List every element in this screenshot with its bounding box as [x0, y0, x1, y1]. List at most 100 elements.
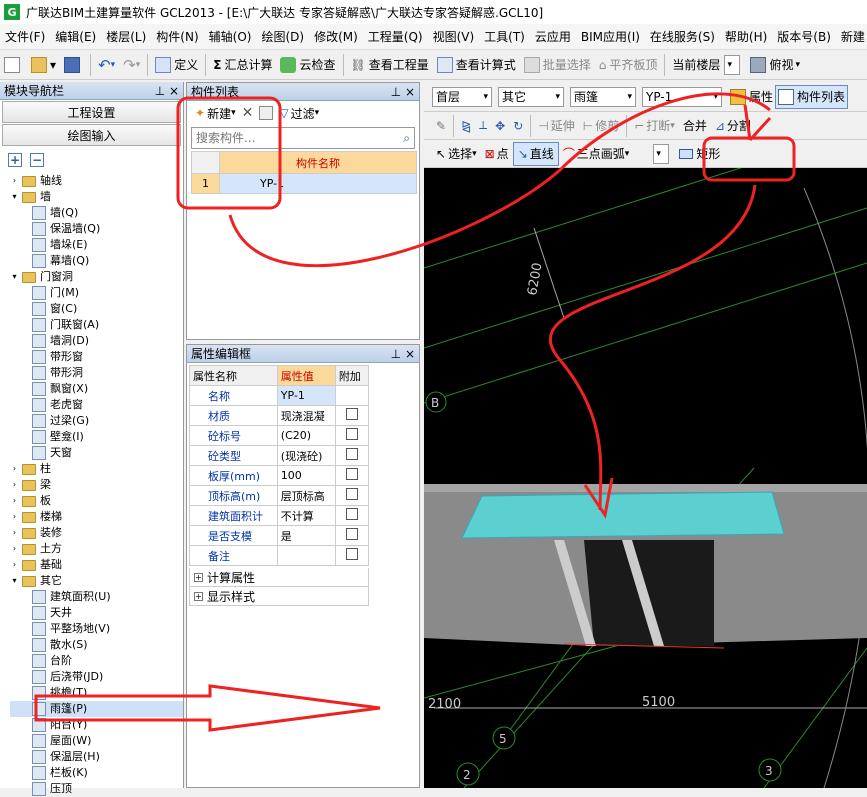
prop-value[interactable]: YP-1	[276, 385, 336, 406]
expand-icon[interactable]: ›	[10, 512, 19, 522]
prop-value[interactable]: 现浇混凝	[276, 405, 336, 426]
search-input[interactable]	[196, 131, 376, 145]
menu-item[interactable]: 辅轴(O)	[204, 28, 257, 45]
tree-item[interactable]: 台阶	[10, 653, 183, 669]
prop-row[interactable]: 顶标高(m) 层顶标高	[189, 485, 370, 506]
menu-item[interactable]: 工程量(Q)	[363, 28, 428, 45]
split-button[interactable]: ⊿ 分割	[711, 114, 755, 138]
tree-folder[interactable]: › 柱	[10, 461, 183, 477]
merge-button[interactable]: 合并	[679, 114, 711, 138]
menu-item[interactable]: 文件(F)	[0, 28, 50, 45]
prop-value[interactable]: 是	[276, 525, 336, 546]
menu-item[interactable]: 构件(N)	[151, 28, 203, 45]
checkbox[interactable]	[345, 528, 358, 540]
tree-folder[interactable]: › 基础	[10, 557, 183, 573]
tree-item[interactable]: 栏板(K)	[10, 765, 183, 781]
prop-row[interactable]: 砼标号 (C20)	[189, 425, 370, 446]
tree-folder[interactable]: › 轴线	[10, 173, 183, 189]
expand-icon[interactable]: ›	[10, 496, 19, 506]
new-component-button[interactable]: ✦ 新建 ▾	[195, 105, 236, 122]
view-formula-button[interactable]: 查看计算式	[433, 53, 520, 77]
prop-row[interactable]: 板厚(mm) 100	[189, 465, 370, 486]
checkbox[interactable]	[345, 488, 358, 500]
search-icon[interactable]: ⌕	[403, 131, 410, 146]
tree-folder[interactable]: › 装修	[10, 525, 183, 541]
tree-folder[interactable]: ▾ 墙	[10, 189, 183, 205]
view-quantity-button[interactable]: ⛓ 查看工程量	[347, 53, 433, 77]
menu-item[interactable]: 工具(T)	[479, 28, 530, 45]
expand-icon[interactable]: ›	[10, 464, 19, 474]
move-icon[interactable]: ✥	[491, 114, 509, 138]
point-button[interactable]: ⊠ 点	[481, 142, 513, 166]
prop-value[interactable]: 层顶标高	[276, 485, 336, 506]
menu-item[interactable]: 新建	[836, 28, 867, 45]
prop-value[interactable]: 100	[276, 465, 336, 486]
prop-row[interactable]: 建筑面积计 不计算	[189, 505, 370, 526]
expand-icon[interactable]: ›	[10, 544, 19, 554]
prop-value[interactable]: (现浇砼)	[276, 445, 336, 466]
tree-item[interactable]: 墙洞(D)	[10, 333, 183, 349]
open-button[interactable]: ▾	[27, 53, 60, 77]
pin-close-icons[interactable]: ⊥ ×	[391, 347, 415, 361]
expand-icon[interactable]: ›	[10, 560, 19, 570]
collapse-icon[interactable]: ▾	[10, 576, 19, 586]
prop-row[interactable]: 砼类型 (现浇砼)	[189, 445, 370, 466]
menu-item[interactable]: BIM应用(I)	[576, 28, 645, 45]
prop-row[interactable]: 是否支模是	[189, 525, 370, 546]
type-select[interactable]: 其它 ▾	[498, 86, 564, 107]
trim-button[interactable]: ⊢ 修剪	[579, 114, 623, 138]
tree-item[interactable]: 挑檐(T)	[10, 685, 183, 701]
comp-type-select[interactable]: 雨篷 ▾	[570, 86, 636, 107]
tree-folder[interactable]: › 楼梯	[10, 509, 183, 525]
prop-value[interactable]: 不计算	[276, 505, 336, 526]
line-button[interactable]: ↘ 直线	[512, 141, 559, 166]
expand-icon[interactable]: ›	[10, 528, 19, 538]
tree-item[interactable]: 老虎窗	[10, 397, 183, 413]
undo-button[interactable]: ↶ ▾	[94, 53, 119, 77]
new-file-button[interactable]	[0, 53, 27, 77]
menu-item[interactable]: 楼层(L)	[101, 28, 151, 45]
tree-item[interactable]: 后浇带(JD)	[10, 669, 183, 685]
tree-item[interactable]: 过梁(G)	[10, 413, 183, 429]
tree-item[interactable]: 墙(Q)	[10, 205, 183, 221]
comp-name-select[interactable]: YP-1 ▾	[642, 86, 722, 107]
tree-item[interactable]: 幕墙(Q)	[10, 253, 183, 269]
prop-row[interactable]: 备注	[189, 545, 370, 566]
tree-item[interactable]: 门联窗(A)	[10, 317, 183, 333]
tree-folder[interactable]: › 板	[10, 493, 183, 509]
tree-folder[interactable]: › 土方	[10, 541, 183, 557]
collapse-all-icon[interactable]: −	[30, 153, 44, 167]
menu-item[interactable]: 编辑(E)	[50, 28, 101, 45]
floor-dropdown[interactable]: ▾	[724, 54, 741, 75]
tree-item[interactable]: 天窗	[10, 445, 183, 461]
define-button[interactable]: 定义	[151, 53, 202, 77]
tree-item[interactable]: 窗(C)	[10, 301, 183, 317]
draw-mode-dropdown[interactable]: ▾	[653, 143, 670, 164]
menu-item[interactable]: 云应用	[530, 28, 576, 45]
drawing-viewport[interactable]: 6200 2100 5100 B 5 2 3	[424, 168, 867, 788]
checkbox[interactable]	[345, 428, 358, 440]
tree-item[interactable]: 门(M)	[10, 285, 183, 301]
prop-value[interactable]: (C20)	[276, 425, 336, 446]
attr-button[interactable]: 属性	[728, 85, 775, 109]
save-button[interactable]	[60, 53, 87, 77]
floor-select[interactable]: 首层 ▾	[432, 86, 492, 107]
tree-item[interactable]: 墙垛(E)	[10, 237, 183, 253]
tree-item[interactable]: 天井	[10, 605, 183, 621]
brush-icon[interactable]: ✎	[432, 114, 450, 138]
sum-calc-button[interactable]: Σ 汇总计算	[209, 53, 276, 77]
delete-icon[interactable]: ✕	[242, 105, 254, 121]
tree-item[interactable]: 建筑面积(U)	[10, 589, 183, 605]
drawing-input-button[interactable]: 绘图输入	[2, 124, 181, 146]
expand-icon[interactable]: ›	[10, 176, 19, 186]
calc-attr-group[interactable]: + 计算属性	[189, 568, 369, 587]
cloud-check-button[interactable]: 云检查	[276, 53, 339, 77]
current-floor-button[interactable]: 当前楼层	[668, 53, 724, 77]
checkbox[interactable]	[345, 468, 358, 480]
tree-item[interactable]: 阳台(Y)	[10, 717, 183, 733]
filter-button[interactable]: ▽ 过滤 ▾	[279, 105, 319, 122]
comp-list-button[interactable]: 构件列表	[775, 84, 849, 109]
tree-item[interactable]: 雨篷(P)	[10, 701, 183, 717]
checkbox[interactable]	[345, 508, 358, 520]
tree-item[interactable]: 平整场地(V)	[10, 621, 183, 637]
